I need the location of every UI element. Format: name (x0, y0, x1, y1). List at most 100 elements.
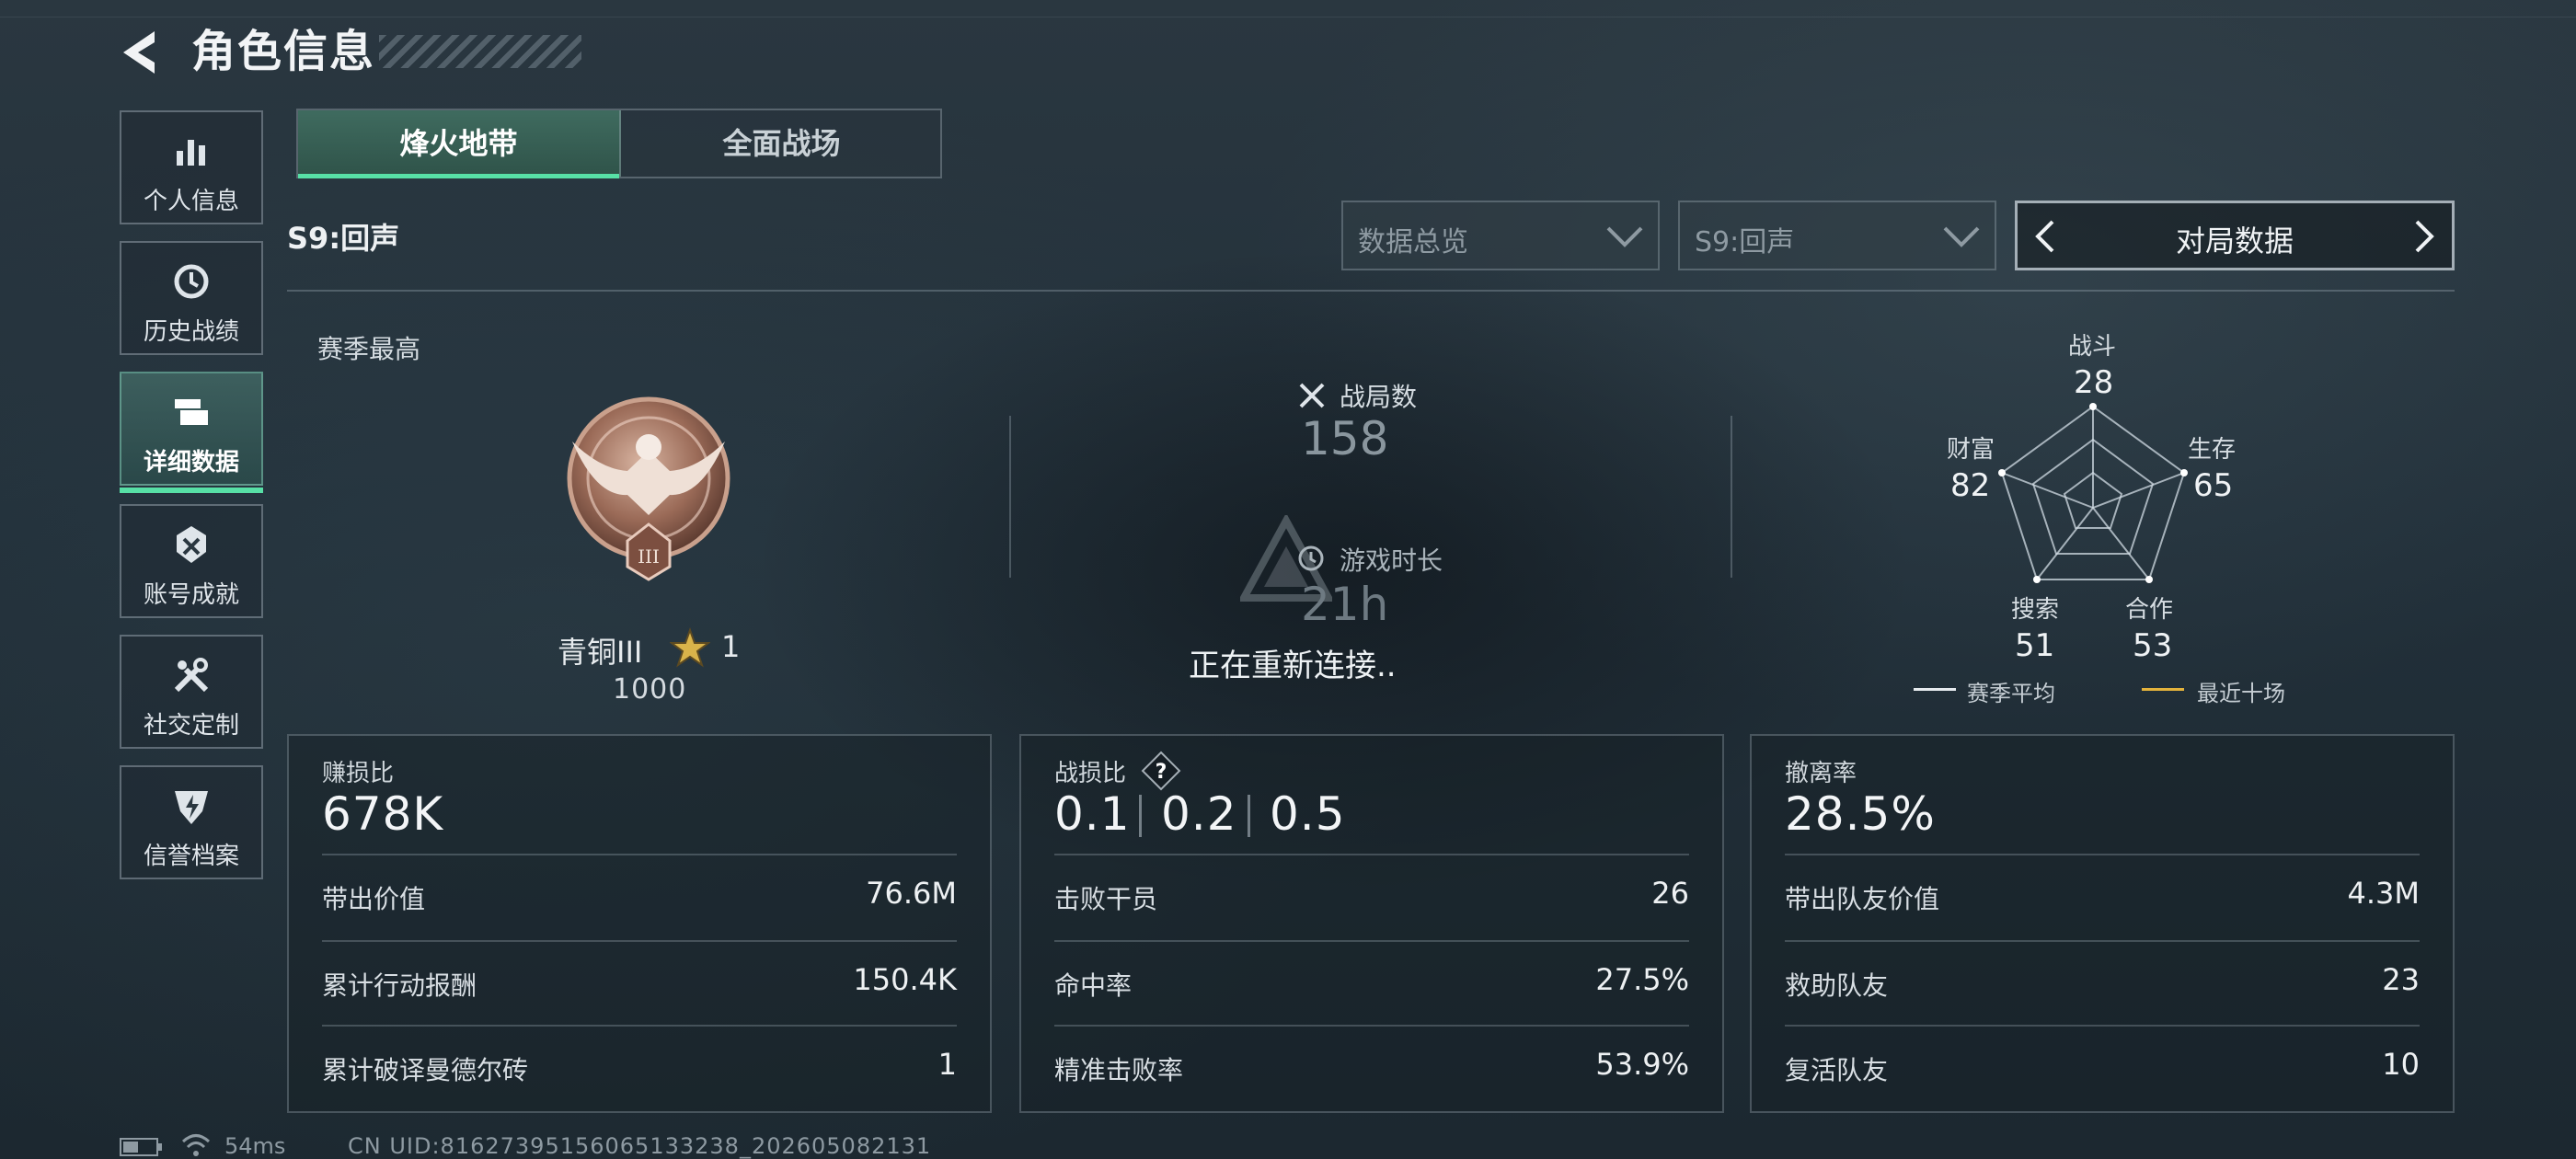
dropdown-value: 数据总览 (1358, 226, 1468, 258)
sidebar-item-personal-info[interactable]: 个人信息 (120, 110, 263, 224)
sidebar-item-label: 社交定制 (143, 712, 239, 740)
season-dropdown[interactable]: S9:回声 (1678, 201, 1996, 270)
row-label: 救助队友 (1785, 970, 1889, 1001)
radar-label-combat: 战斗 (2068, 333, 2117, 361)
crossed-swords-icon (1299, 383, 1325, 408)
sidebar-item-label: 账号成就 (143, 581, 239, 609)
rank-name: 青铜III (558, 635, 643, 670)
row-value: 26 (1651, 876, 1689, 911)
divider (1785, 854, 2420, 855)
card-title: 撤离率 (1785, 760, 1857, 787)
divider (322, 854, 957, 855)
tab-hazard-zone[interactable]: 烽火地带 (298, 110, 621, 178)
kd-ratio-2: 0.2 (1161, 787, 1237, 841)
row-value: 76.6M (866, 876, 957, 911)
row-label: 精准击败率 (1054, 1055, 1184, 1085)
sidebar-item-detailed-data[interactable]: 详细数据 (120, 372, 263, 493)
row-label: 复活队友 (1785, 1055, 1889, 1085)
row-value: 1 (937, 1047, 957, 1082)
radar-label-cooperation: 合作 (2125, 596, 2174, 624)
card-main-value: 28.5% (1785, 787, 1936, 841)
sidebar-item-social-custom[interactable]: 社交定制 (120, 635, 263, 749)
help-question-mark: ? (1156, 761, 1167, 784)
radar-value-search: 51 (2015, 627, 2055, 664)
shield-bolt-icon (175, 791, 208, 824)
row-value: 150.4K (853, 962, 957, 997)
column-divider (1009, 416, 1011, 578)
dropdown-value: S9:回声 (1695, 226, 1795, 258)
rank-score: 1000 (613, 673, 687, 706)
clock-icon (1298, 545, 1324, 571)
legend-last-ten: 最近十场 (2197, 681, 2285, 706)
overview-dropdown[interactable]: 数据总览 (1341, 201, 1660, 270)
wifi-icon (181, 1134, 211, 1156)
sidebar-item-label: 详细数据 (143, 449, 239, 476)
section-divider (287, 290, 2455, 292)
playtime-label: 游戏时长 (1340, 545, 1443, 576)
radar-value-survival: 65 (2193, 467, 2234, 504)
ratio-divider (1139, 795, 1142, 837)
back-arrow-icon[interactable] (118, 28, 164, 77)
column-divider (1731, 416, 1732, 578)
radar-value-cooperation: 53 (2133, 627, 2173, 664)
divider (1054, 854, 1689, 855)
rank-star-count: 1 (721, 629, 741, 664)
ability-radar-chart (1998, 403, 2188, 583)
card-title: 战损比 (1054, 760, 1127, 787)
radar-label-survival: 生存 (2188, 436, 2237, 464)
divider (322, 1025, 957, 1027)
legend-last-ten-swatch (2142, 688, 2184, 691)
radar-label-search: 搜索 (2011, 596, 2060, 624)
divider (1054, 940, 1689, 942)
row-label: 击败干员 (1054, 884, 1158, 914)
chevron-right-icon[interactable] (2409, 218, 2439, 255)
title-decoration (379, 35, 581, 68)
divider (1785, 1025, 2420, 1027)
playtime-value: 21h (1301, 578, 1389, 631)
profit-loss-card: 赚损比 678K 带出价值 76.6M 累计行动报酬 150.4K 累计破译曼德… (287, 734, 992, 1113)
row-label: 带出队友价值 (1785, 884, 1940, 914)
data-type-selector: 对局数据 (2015, 201, 2455, 270)
uid-text: CN UID:81627395156065133238_202605082131 (348, 1133, 932, 1159)
extraction-rate-card: 撤离率 28.5% 带出队友价值 4.3M 救助队友 23 复活队友 10 (1750, 734, 2455, 1113)
radar-label-wealth: 财富 (1947, 436, 1995, 464)
divider (1785, 940, 2420, 942)
legend-season-average-swatch (1914, 688, 1956, 691)
kd-ratio-1: 0.1 (1054, 787, 1131, 841)
selector-value: 对局数据 (2175, 224, 2294, 258)
row-value: 53.9% (1595, 1047, 1689, 1082)
row-value: 10 (2382, 1047, 2420, 1082)
svg-text:III: III (638, 545, 660, 568)
divider (1054, 1025, 1689, 1027)
bar-chart-icon (177, 140, 205, 166)
help-question-icon[interactable]: ? (1141, 751, 1181, 791)
season-best-label: 赛季最高 (317, 334, 421, 364)
sidebar-item-label: 历史战绩 (143, 318, 239, 346)
sidebar-item-label: 信誉档案 (143, 843, 239, 870)
kd-ratio-3: 0.5 (1270, 787, 1346, 841)
sidebar-item-reputation[interactable]: 信誉档案 (120, 765, 263, 879)
row-value: 4.3M (2347, 876, 2421, 911)
bronze-eagle-medal-icon: III (567, 396, 730, 581)
star-icon (670, 627, 710, 668)
ping-text: 54ms (224, 1133, 286, 1159)
legend-season-average: 赛季平均 (1967, 681, 2055, 706)
chevron-down-icon (1943, 226, 1980, 247)
achievement-badge-icon (177, 526, 206, 563)
page-title: 角色信息 (191, 26, 376, 77)
tab-full-battlefield[interactable]: 全面战场 (621, 110, 942, 177)
matches-label: 战局数 (1340, 382, 1418, 412)
sidebar-item-label: 个人信息 (143, 188, 239, 215)
sidebar-item-achievements[interactable]: 账号成就 (120, 504, 263, 618)
sidebar-item-match-history[interactable]: 历史战绩 (120, 241, 263, 355)
radar-value-combat: 28 (2074, 364, 2114, 401)
card-main-value: 678K (322, 787, 444, 841)
history-clock-icon (174, 264, 209, 299)
matches-value: 158 (1301, 412, 1389, 465)
mode-tabs: 烽火地带 全面战场 (296, 109, 942, 178)
stacked-cards-icon (175, 399, 208, 425)
chevron-down-icon (1606, 226, 1643, 247)
row-value: 27.5% (1595, 962, 1689, 997)
battery-icon (120, 1138, 162, 1156)
row-label: 带出价值 (322, 884, 426, 914)
